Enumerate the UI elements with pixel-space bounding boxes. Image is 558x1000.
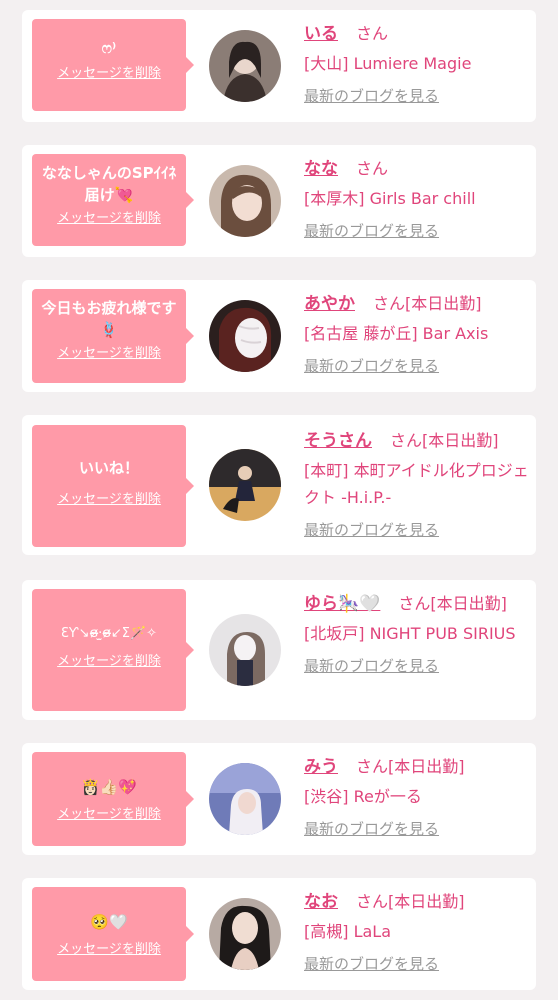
cast-name-link[interactable]: あやか: [304, 294, 355, 314]
shop-label: [本厚木] Girls Bar chill: [304, 189, 476, 208]
honorific: さん: [356, 24, 389, 43]
delete-message-link[interactable]: メッセージを削除: [32, 65, 186, 83]
honorific: さん: [356, 757, 389, 776]
cast-name-link[interactable]: ゆら🎠🤍: [304, 594, 380, 614]
delete-message-link[interactable]: メッセージを削除: [32, 653, 186, 671]
latest-blog-link[interactable]: 最新のブログを見る: [304, 85, 439, 107]
message-text: いいね！: [78, 459, 139, 477]
cast-name-link[interactable]: なお: [304, 892, 338, 912]
latest-blog-link[interactable]: 最新のブログを見る: [304, 818, 439, 840]
shop-label: [大山] Lumiere Magie: [304, 54, 472, 73]
message-bubble: ෆ⁾ メッセージを削除: [32, 19, 194, 111]
cast-name-link[interactable]: そうさん: [304, 431, 372, 451]
delete-message-link[interactable]: メッセージを削除: [32, 491, 186, 509]
message-bubble: ƐƳ↘︎ɞ̴̶̷·̫ɞ̴̶̷↙︎Ʃ🪄✧ メッセージを削除: [32, 589, 194, 711]
cast-info: なお さん[本日出勤] [高槻] LaLa 最新のブログを見る: [304, 888, 530, 975]
delete-message-link[interactable]: メッセージを削除: [32, 210, 186, 228]
avatar-photo-icon: [209, 763, 281, 835]
honorific: さん: [390, 431, 423, 450]
today-badge: [本日出勤]: [388, 892, 465, 911]
avatar[interactable]: [209, 30, 281, 102]
message-card: 今日もお疲れ様です🪢 メッセージを削除 あやか さん[本日出勤] [名古屋 藤が丘…: [22, 280, 536, 392]
cast-info: なな さん [本厚木] Girls Bar chill 最新のブログを見る: [304, 155, 530, 242]
message-text: 今日もお疲れ様です🪢: [41, 299, 177, 339]
delete-message-link[interactable]: メッセージを削除: [32, 345, 186, 363]
shop-label: [名古屋 藤が丘] Bar Axis: [304, 324, 489, 343]
today-badge: [本日出勤]: [388, 757, 465, 776]
avatar-photo-icon: [209, 300, 281, 372]
message-card: 🥺🤍 メッセージを削除 なお さん[本日出勤] [高槻] LaLa 最新のブログを…: [22, 878, 536, 990]
message-card: いいね！ メッセージを削除 そうさん さん[本日出勤] [本町] 本町アイドル化プ…: [22, 415, 536, 555]
avatar[interactable]: [209, 449, 281, 521]
today-badge: [本日出勤]: [405, 294, 482, 313]
message-text: 👸🏻👍🏻💖: [80, 778, 138, 796]
avatar-photo-icon: [209, 165, 281, 237]
message-bubble: 👸🏻👍🏻💖 メッセージを削除: [32, 752, 194, 846]
cast-name-link[interactable]: いる: [304, 24, 338, 44]
cast-info: いる さん [大山] Lumiere Magie 最新のブログを見る: [304, 20, 530, 107]
avatar[interactable]: [209, 614, 281, 686]
message-list: ෆ⁾ メッセージを削除 いる さん [大山] Lumiere Magie 最新のブ…: [0, 0, 558, 1000]
avatar[interactable]: [209, 763, 281, 835]
latest-blog-link[interactable]: 最新のブログを見る: [304, 953, 439, 975]
latest-blog-link[interactable]: 最新のブログを見る: [304, 655, 439, 677]
honorific: さん: [398, 594, 431, 613]
shop-label: [北坂戸] NIGHT PUB SIRIUS: [304, 624, 516, 643]
shop-label: [高槻] LaLa: [304, 922, 392, 941]
honorific: さん: [356, 159, 389, 178]
message-card: ƐƳ↘︎ɞ̴̶̷·̫ɞ̴̶̷↙︎Ʃ🪄✧ メッセージを削除 ゆら🎠🤍 さん[本日出勤…: [22, 580, 536, 720]
delete-message-link[interactable]: メッセージを削除: [32, 806, 186, 824]
avatar[interactable]: [209, 165, 281, 237]
message-card: ななしゃんのSPｲｲﾈ届け💘 メッセージを削除 なな さん [本厚木] Girls…: [22, 145, 536, 257]
latest-blog-link[interactable]: 最新のブログを見る: [304, 355, 439, 377]
message-card: ෆ⁾ メッセージを削除 いる さん [大山] Lumiere Magie 最新のブ…: [22, 10, 536, 122]
shop-label: [本町] 本町アイドル化プロジェクト -H.i.P.-: [304, 461, 529, 507]
latest-blog-link[interactable]: 最新のブログを見る: [304, 220, 439, 242]
latest-blog-link[interactable]: 最新のブログを見る: [304, 519, 439, 541]
avatar[interactable]: [209, 898, 281, 970]
message-bubble: ななしゃんのSPｲｲﾈ届け💘 メッセージを削除: [32, 154, 194, 246]
message-bubble: いいね！ メッセージを削除: [32, 425, 194, 547]
today-badge: [本日出勤]: [422, 431, 499, 450]
message-bubble: 今日もお疲れ様です🪢 メッセージを削除: [32, 289, 194, 383]
cast-info: みう さん[本日出勤] [渋谷] Reが一る 最新のブログを見る: [304, 753, 530, 840]
message-text: ななしゃんのSPｲｲﾈ届け💘: [41, 164, 177, 204]
message-text: ෆ⁾: [101, 39, 117, 57]
avatar-photo-icon: [209, 898, 281, 970]
message-text: ƐƳ↘︎ɞ̴̶̷·̫ɞ̴̶̷↙︎Ʃ🪄✧: [60, 626, 158, 641]
avatar-photo-icon: [209, 614, 281, 686]
today-badge: [本日出勤]: [430, 594, 507, 613]
message-bubble: 🥺🤍 メッセージを削除: [32, 887, 194, 981]
avatar[interactable]: [209, 300, 281, 372]
cast-info: あやか さん[本日出勤] [名古屋 藤が丘] Bar Axis 最新のブログを見る: [304, 290, 530, 377]
honorific: さん: [356, 892, 389, 911]
avatar-photo-icon: [209, 30, 281, 102]
cast-name-link[interactable]: なな: [304, 159, 338, 179]
message-card: 👸🏻👍🏻💖 メッセージを削除 みう さん[本日出勤] [渋谷] Reが一る 最新の…: [22, 743, 536, 855]
delete-message-link[interactable]: メッセージを削除: [32, 941, 186, 959]
avatar-photo-icon: [209, 449, 281, 521]
honorific: さん: [373, 294, 406, 313]
cast-info: ゆら🎠🤍 さん[本日出勤] [北坂戸] NIGHT PUB SIRIUS 最新のブ…: [304, 590, 530, 677]
cast-info: そうさん さん[本日出勤] [本町] 本町アイドル化プロジェクト -H.i.P.-…: [304, 427, 530, 541]
shop-label: [渋谷] Reが一る: [304, 787, 422, 806]
message-text: 🥺🤍: [90, 913, 128, 931]
cast-name-link[interactable]: みう: [304, 757, 338, 777]
